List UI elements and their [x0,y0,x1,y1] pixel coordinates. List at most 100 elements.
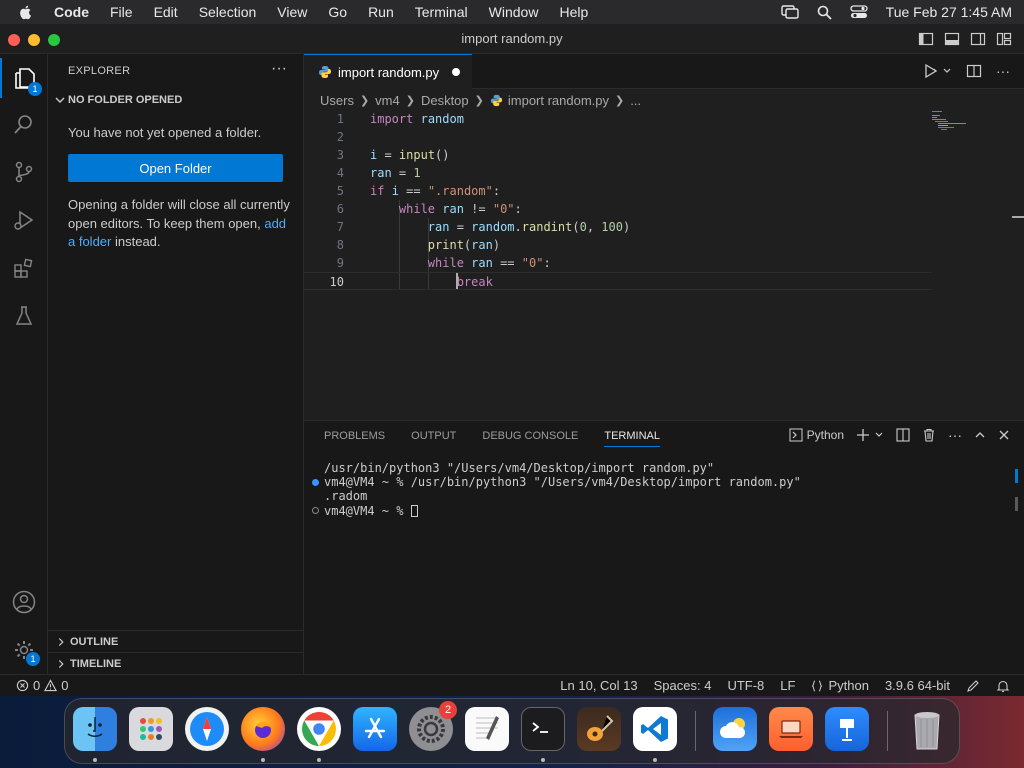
dock-safari[interactable] [185,707,229,751]
menu-view[interactable]: View [277,4,307,20]
menu-run[interactable]: Run [368,4,394,20]
problems-status[interactable]: 0 0 [16,678,68,693]
tab-output[interactable]: OUTPUT [411,430,456,447]
run-options-chevron-icon[interactable] [942,66,952,76]
tab-import-random-py[interactable]: import random.py [304,54,472,89]
status-bar: 0 0 Ln 10, Col 13 Spaces: 4 UTF-8 LF Pyt… [0,674,1024,696]
explorer-more-actions[interactable]: ··· [271,60,287,78]
no-folder-message: You have not yet opened a folder. [68,125,262,140]
dock-app-store[interactable] [353,707,397,751]
breadcrumb-desktop[interactable]: Desktop [421,93,469,108]
tab-problems[interactable]: PROBLEMS [324,430,385,447]
code-line-1: 1 import random [304,110,932,128]
dock-trash[interactable] [905,707,949,751]
no-folder-section-header[interactable]: NO FOLDER OPENED [52,92,182,108]
dock-firefox[interactable] [241,707,285,751]
command-success-decoration-icon[interactable] [312,479,319,486]
settings-badge: 1 [26,652,40,666]
unsaved-dot-icon[interactable] [452,68,460,76]
breadcrumb-vm4[interactable]: vm4 [375,93,400,108]
tab-debug-console[interactable]: DEBUG CONSOLE [482,430,578,447]
language-mode[interactable]: Python [811,678,869,693]
dock-keynote[interactable] [825,707,869,751]
activity-source-control[interactable] [0,152,48,192]
dock-screen-sharing[interactable] [769,707,813,751]
menu-selection[interactable]: Selection [199,4,257,20]
code-text: if i == ".random": [370,184,501,198]
control-center-icon[interactable] [850,5,868,19]
command-pending-decoration-icon[interactable] [312,507,319,514]
menu-file[interactable]: File [110,4,133,20]
scrollbar-position-marker[interactable] [1012,216,1024,218]
terminal-running-indicator [541,758,545,762]
notifications-bell-icon[interactable] [996,679,1010,693]
run-python-file-icon[interactable] [922,63,938,79]
maximize-panel-chevron-up-icon[interactable] [974,429,986,441]
code-editor[interactable]: 1 import random 2 3 i = input() 4 ran = 1 5… [304,110,1024,420]
dock-terminal[interactable] [521,707,565,751]
code-line-5: 5 if i == ".random": [304,182,932,200]
terminal-shell-selector[interactable]: Python [789,428,844,442]
split-terminal-icon[interactable] [896,428,910,442]
end-of-line[interactable]: LF [780,678,795,693]
activity-explorer[interactable]: 1 [0,58,48,98]
terminal-output[interactable]: /usr/bin/python3 "/Users/vm4/Desktop/imp… [324,461,801,518]
activity-testing[interactable] [0,296,48,336]
dock-launchpad[interactable] [129,707,173,751]
apple-icon[interactable] [18,4,34,20]
menubar-clock[interactable]: Tue Feb 27 1:45 AM [886,4,1012,20]
beaker-icon [15,306,33,325]
new-terminal-plus-icon[interactable] [856,428,870,442]
toggle-secondary-sidebar-icon[interactable] [970,31,986,47]
dock-finder[interactable] [73,707,117,751]
customize-layout-icon[interactable] [996,31,1012,47]
chevron-down-icon[interactable] [874,430,884,440]
toggle-primary-sidebar-icon[interactable] [918,31,934,47]
explorer-title: EXPLORER [68,65,131,77]
activity-accounts[interactable] [0,582,48,622]
dock-weather[interactable] [713,707,757,751]
trash-icon [914,712,940,750]
line-number: 2 [336,130,344,144]
python-interpreter[interactable]: 3.9.6 64-bit [885,678,950,693]
menu-window[interactable]: Window [489,4,539,20]
menu-edit[interactable]: Edit [154,4,178,20]
info-text-after: instead. [111,234,161,249]
split-editor-icon[interactable] [966,63,982,79]
menu-terminal[interactable]: Terminal [415,4,468,20]
panel-more-actions[interactable]: ··· [948,427,962,443]
close-panel-icon[interactable] [998,429,1010,441]
dock-chrome[interactable] [297,707,341,751]
activity-manage[interactable]: 1 [0,630,48,670]
dock-vscode[interactable] [633,707,677,751]
indentation[interactable]: Spaces: 4 [654,678,712,693]
tab-terminal[interactable]: TERMINAL [604,430,660,447]
editor-more-actions[interactable]: ··· [996,63,1010,79]
outline-section-header[interactable]: OUTLINE [48,630,303,652]
menu-go[interactable]: Go [328,4,347,20]
dock-garageband[interactable] [577,707,621,751]
file-encoding[interactable]: UTF-8 [727,678,764,693]
activity-search[interactable] [0,104,48,144]
open-folder-button[interactable]: Open Folder [68,154,283,182]
toggle-panel-icon[interactable] [944,31,960,47]
trash-icon[interactable] [922,428,936,442]
spotlight-search-icon[interactable] [817,5,832,20]
dock-textedit[interactable] [465,707,509,751]
breadcrumb-file[interactable]: import random.py [508,93,609,108]
activity-extensions[interactable] [0,248,48,288]
timeline-section-header[interactable]: TIMELINE [48,652,303,674]
line-number: 9 [336,256,344,270]
menu-app-code[interactable]: Code [54,4,89,20]
feedback-icon[interactable] [966,679,980,693]
minimap[interactable] [930,110,974,134]
screen-mirroring-icon[interactable] [780,5,799,19]
code-line-8: 8 print(ran) [304,236,932,254]
terminal-line: vm4@VM4 ~ % /usr/bin/python3 "/Users/vm4… [324,475,801,490]
breadcrumb-symbols[interactable]: ... [630,93,641,108]
dock-system-settings[interactable]: 2 [409,701,457,751]
breadcrumb-users[interactable]: Users [320,93,354,108]
menu-help[interactable]: Help [559,4,588,20]
activity-run-debug[interactable] [0,200,48,240]
cursor-position[interactable]: Ln 10, Col 13 [560,678,637,693]
